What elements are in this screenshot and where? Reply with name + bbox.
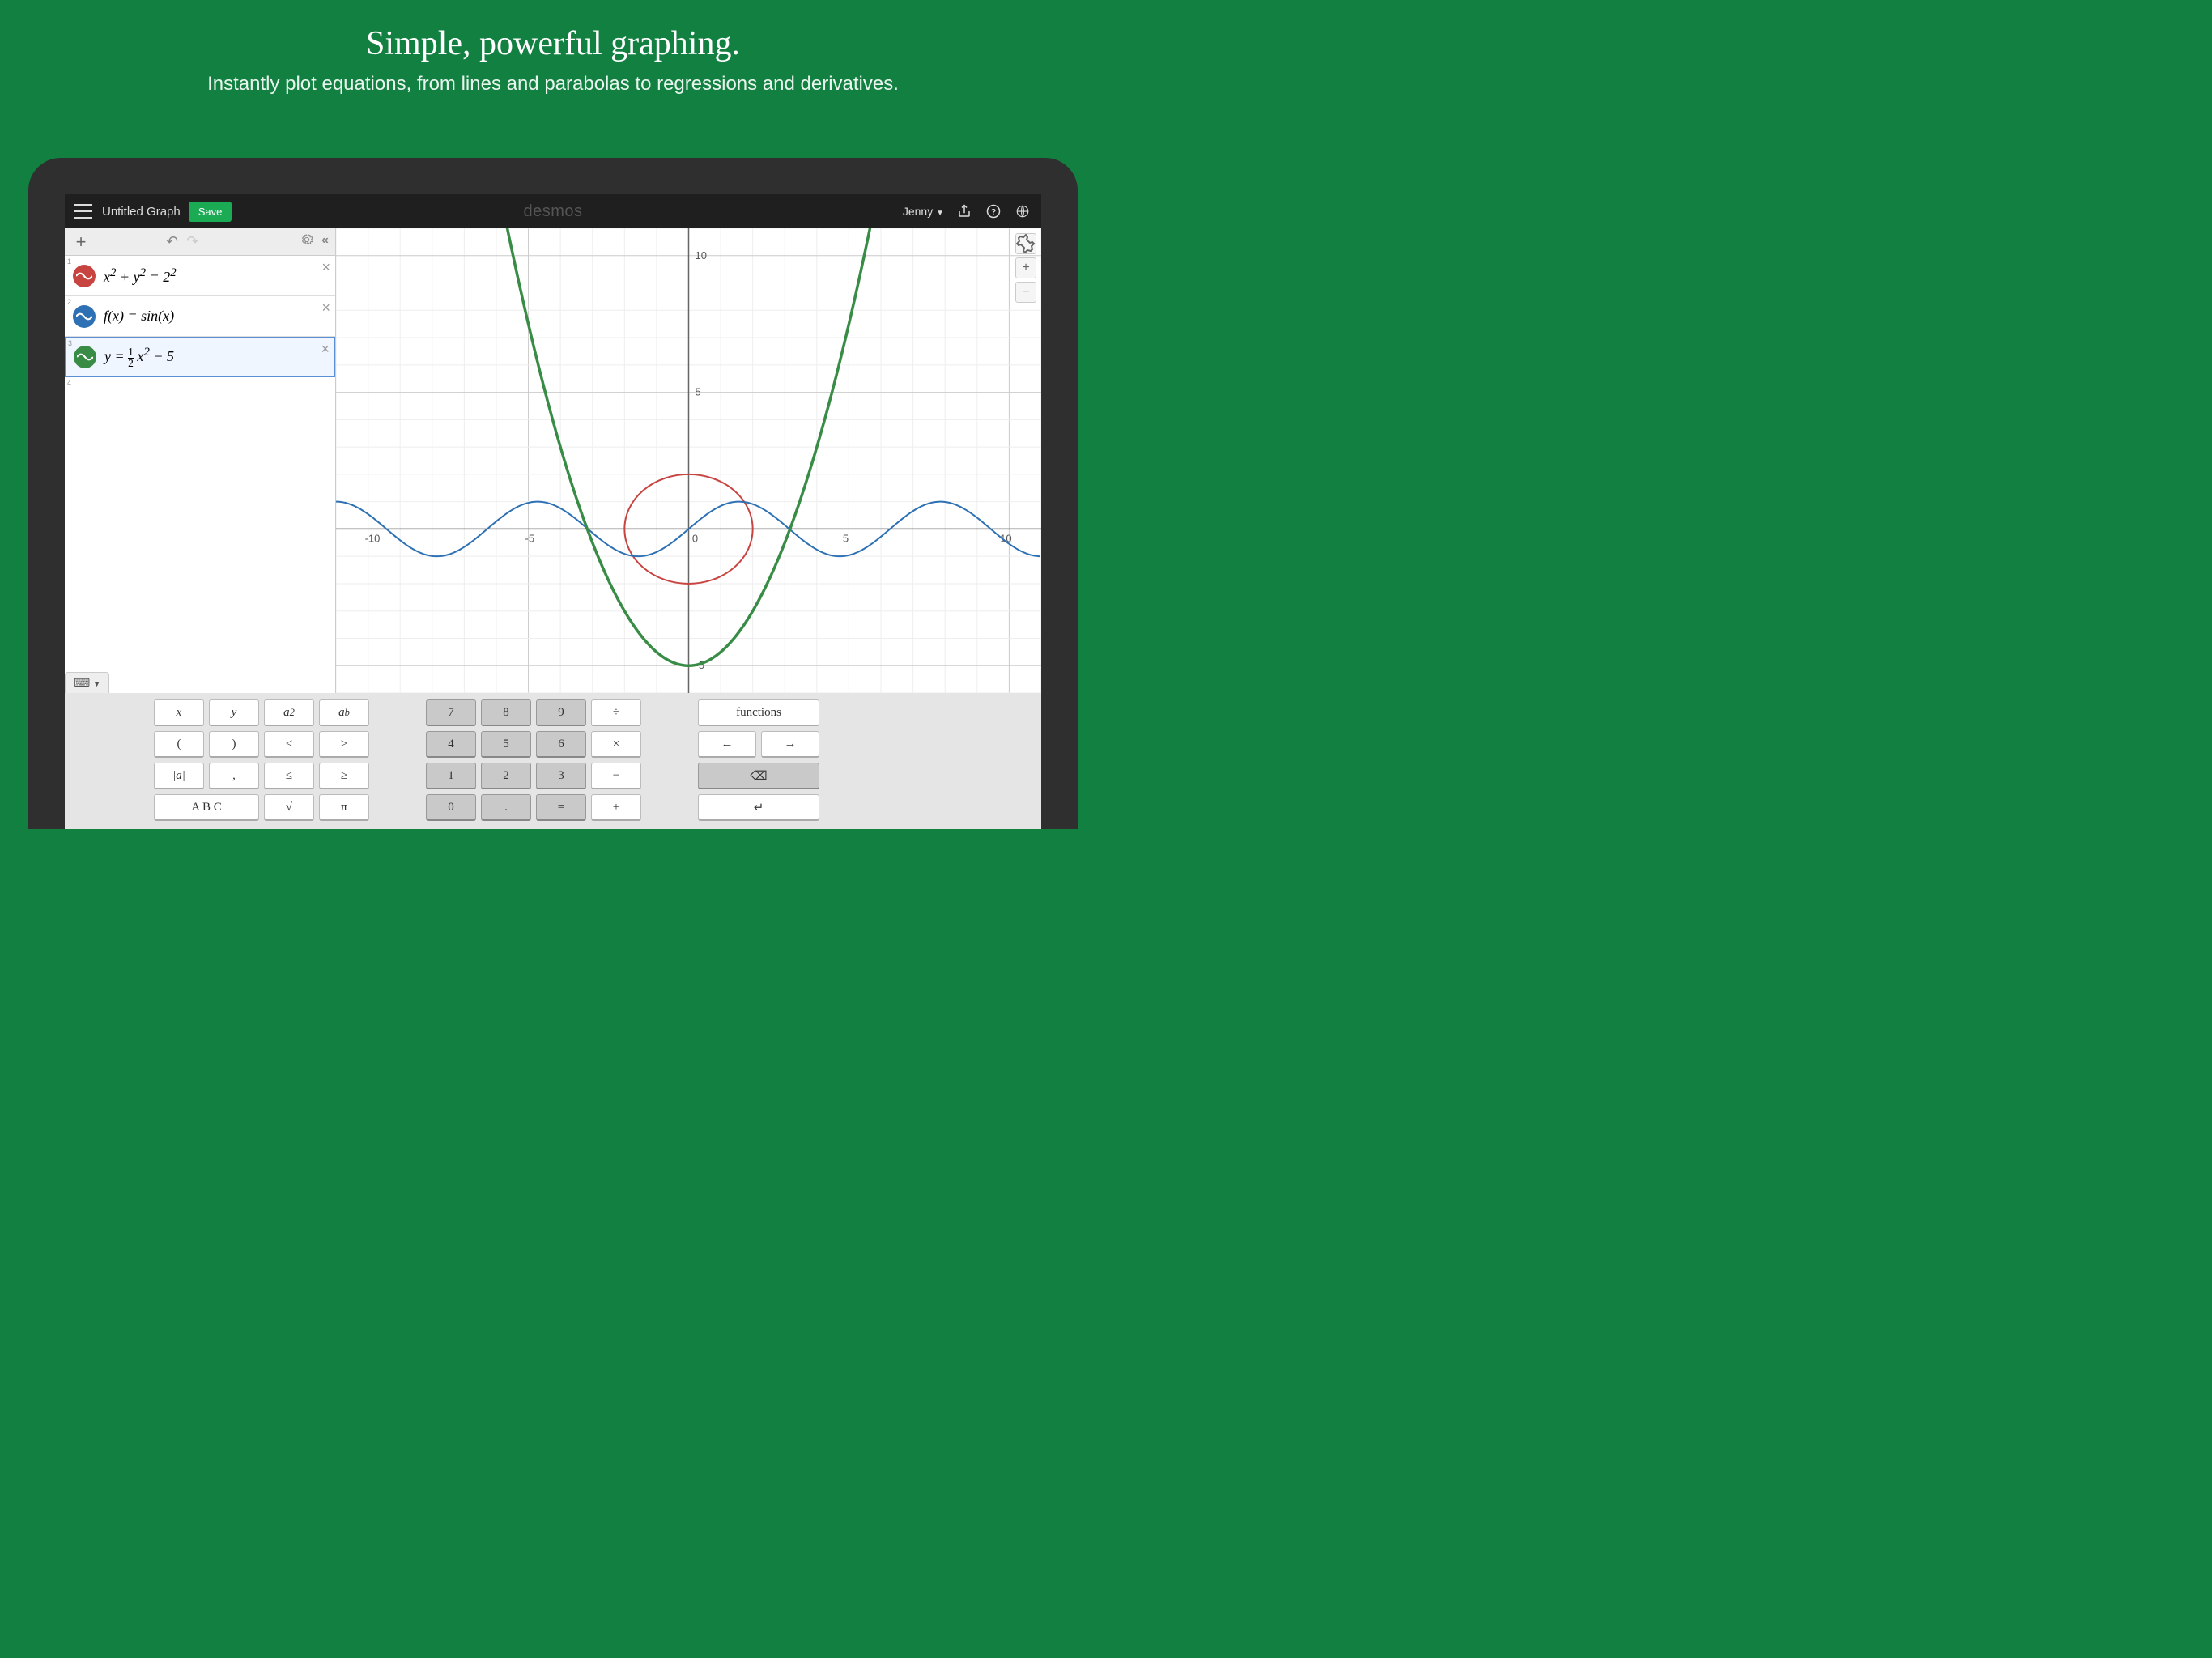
expression-row[interactable]: 1 x2 + y2 = 22 × [65,256,335,296]
expression-index: 4 [67,379,71,387]
key-[interactable]: π [319,794,369,821]
chevron-down-icon: ▼ [936,209,944,218]
svg-text:-5: -5 [525,532,535,544]
key-[interactable]: ≤ [264,763,314,789]
key-a[interactable]: a2 [264,699,314,726]
key-[interactable]: → [761,731,819,758]
key-4[interactable]: 4 [426,731,476,758]
key-3[interactable]: 3 [536,763,586,789]
key-[interactable]: ↵ [698,794,819,821]
zoom-out-button[interactable]: − [1015,282,1036,303]
key-[interactable]: √ [264,794,314,821]
key-1[interactable]: 1 [426,763,476,789]
key-a[interactable]: ab [319,699,369,726]
keyboard-icon: ⌨ [74,676,90,689]
math-keyboard: xya2ab ()<> |a|,≤≥ A B C√π 789÷ 456× 123− 0.=+… [65,693,1041,829]
chevron-down-icon: ▼ [93,680,100,688]
add-expression-button[interactable]: + [71,232,91,253]
key-[interactable]: < [264,731,314,758]
svg-text:5: 5 [696,386,701,398]
expression-color-icon[interactable] [73,265,96,287]
globe-icon[interactable] [1014,202,1032,220]
key-a[interactable]: |a| [154,763,204,789]
hero-title: Simple, powerful graphing. [0,24,1106,63]
key-[interactable]: + [591,794,641,821]
brand-logo: desmos [523,202,582,221]
zoom-in-button[interactable]: + [1015,257,1036,278]
key-[interactable]: ≥ [319,763,369,789]
expression-formula[interactable]: x2 + y2 = 22 [104,266,177,286]
expression-index: 1 [67,257,71,266]
keyboard-toggle[interactable]: ⌨ ▼ [65,672,109,693]
graph-title[interactable]: Untitled Graph [102,205,181,219]
expression-row[interactable]: 2 f(x) = sin(x) × [65,296,335,337]
svg-text:5: 5 [843,532,849,544]
key-x[interactable]: x [154,699,204,726]
expression-formula[interactable]: y = 12 x2 − 5 [104,346,174,368]
key-5[interactable]: 5 [481,731,531,758]
redo-button[interactable]: ↷ [186,233,198,250]
svg-text:-10: -10 [365,532,381,544]
expression-list: 1 x2 + y2 = 22 × 2 f(x) = sin(x) × 3 y = 12 x2 … [65,256,335,693]
key-7[interactable]: 7 [426,699,476,726]
key-y[interactable]: y [209,699,259,726]
graph-settings-button[interactable] [1015,233,1036,254]
key-2[interactable]: 2 [481,763,531,789]
graph-canvas[interactable]: -10-50510-5510 [336,228,1041,693]
undo-button[interactable]: ↶ [166,233,178,250]
key-[interactable]: − [591,763,641,789]
key-[interactable]: ) [209,731,259,758]
key-functions[interactable]: functions [698,699,819,726]
key-[interactable]: > [319,731,369,758]
key-9[interactable]: 9 [536,699,586,726]
key-8[interactable]: 8 [481,699,531,726]
key-abc[interactable]: A B C [154,794,259,821]
expression-panel: + ↶ ↷ « 1 x2 + y2 = 22 × 2 f(x) = sin(x) × 3 y … [65,228,336,693]
save-button[interactable]: Save [189,202,232,222]
key-[interactable]: ( [154,731,204,758]
delete-expression-button[interactable]: × [321,259,330,276]
hero-subtitle: Instantly plot equations, from lines and… [0,73,1106,96]
key-6[interactable]: 6 [536,731,586,758]
key-[interactable]: ← [698,731,756,758]
share-icon[interactable] [955,202,973,220]
delete-expression-button[interactable]: × [321,300,330,317]
key-[interactable]: = [536,794,586,821]
key-[interactable]: ÷ [591,699,641,726]
topbar: Untitled Graph Save desmos Jenny ▼ ? [65,194,1041,228]
user-name-label: Jenny [903,205,933,218]
delete-expression-button[interactable]: × [321,341,330,358]
key-[interactable]: , [209,763,259,789]
expression-color-icon[interactable] [74,346,96,368]
expression-index: 3 [68,339,72,347]
svg-text:0: 0 [692,532,698,544]
collapse-panel-button[interactable]: « [321,233,329,250]
expression-toolbar: + ↶ ↷ « [65,228,335,256]
help-icon[interactable]: ? [985,202,1002,220]
key-[interactable]: × [591,731,641,758]
user-menu[interactable]: Jenny ▼ [903,205,944,218]
expression-row[interactable]: 3 y = 12 x2 − 5 × [65,337,335,377]
svg-text:10: 10 [696,249,707,261]
graph-area[interactable]: -10-50510-5510 + − [336,228,1041,693]
expression-color-icon[interactable] [73,305,96,328]
menu-icon[interactable] [74,204,92,219]
gear-icon[interactable] [300,233,313,250]
key-0[interactable]: 0 [426,794,476,821]
tablet-frame: Untitled Graph Save desmos Jenny ▼ ? [28,158,1078,829]
key-[interactable]: . [481,794,531,821]
expression-row-empty[interactable]: 4 [65,377,335,397]
svg-text:?: ? [991,207,996,217]
expression-formula[interactable]: f(x) = sin(x) [104,308,174,325]
app-screen: Untitled Graph Save desmos Jenny ▼ ? [65,194,1041,829]
key-[interactable]: ⌫ [698,763,819,789]
expression-index: 2 [67,298,71,306]
